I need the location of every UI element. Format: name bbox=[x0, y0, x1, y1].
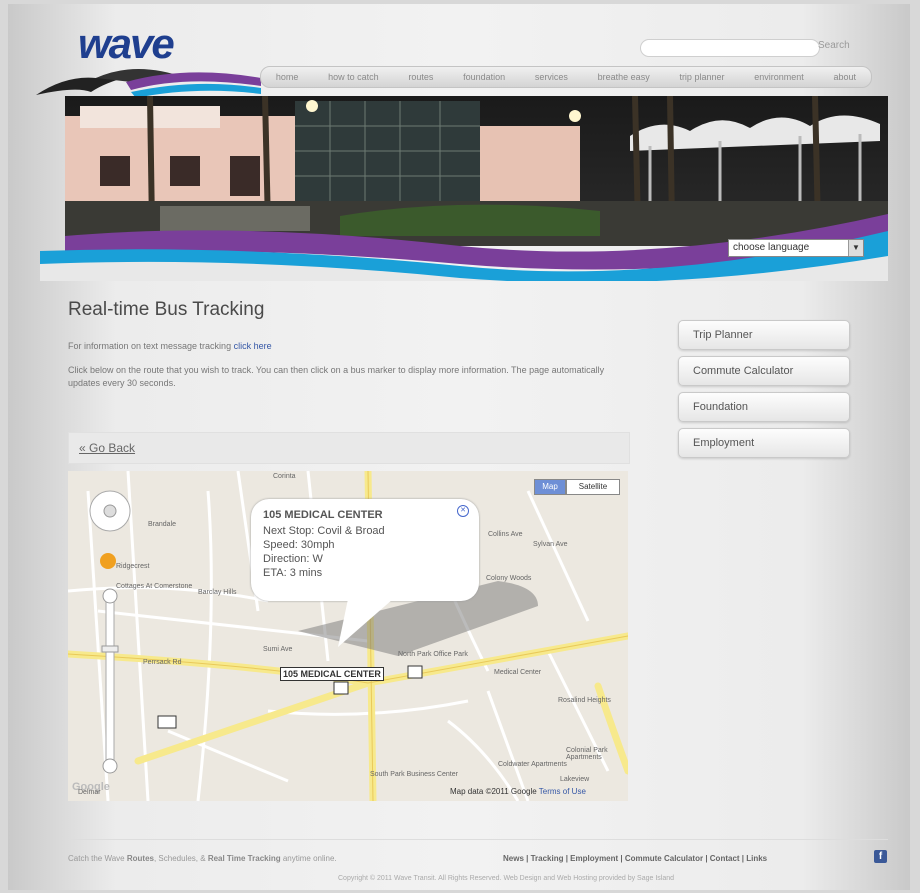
instructions-text: Click below on the route that you wish t… bbox=[68, 365, 605, 388]
nav-trip-planner[interactable]: trip planner bbox=[679, 72, 724, 82]
map-place-label: Cottages At Comerstone bbox=[116, 583, 193, 590]
map-place-label: Medical Center bbox=[494, 669, 542, 676]
terms-of-use-link[interactable]: Terms of Use bbox=[539, 787, 586, 796]
facebook-icon[interactable]: f bbox=[874, 850, 887, 863]
go-back-link[interactable]: « Go Back bbox=[79, 441, 135, 455]
footer-prefix: Catch the Wave bbox=[68, 854, 125, 863]
foundation-button[interactable]: Foundation bbox=[678, 392, 850, 422]
footer-tagline: Catch the Wave Routes, Schedules, & Real… bbox=[68, 854, 337, 863]
map-place-label: North Park Office Park bbox=[398, 651, 468, 658]
nav-foundation[interactable]: foundation bbox=[463, 72, 505, 82]
wave-logo[interactable]: wave bbox=[36, 20, 261, 105]
footer-suffix: anytime online. bbox=[282, 854, 337, 863]
map-place-label: Colonial Park Apartments bbox=[566, 747, 608, 761]
page-title: Real-time Bus Tracking bbox=[68, 299, 265, 320]
info-text: For information on text message tracking… bbox=[68, 341, 272, 351]
footer-routes-link[interactable]: Routes bbox=[127, 854, 154, 863]
nav-environment[interactable]: environment bbox=[754, 72, 804, 82]
employment-button[interactable]: Employment bbox=[678, 428, 850, 458]
nav-routes[interactable]: routes bbox=[408, 72, 433, 82]
footer-divider bbox=[68, 839, 888, 840]
info-prefix: For information on text message tracking bbox=[68, 341, 232, 351]
map-place-label: Brandale bbox=[148, 521, 177, 528]
bus-marker-label[interactable]: 105 MEDICAL CENTER bbox=[280, 667, 384, 681]
search-button[interactable]: Search bbox=[818, 40, 850, 51]
map-attribution: Map data ©2011 Google Terms of Use bbox=[450, 787, 586, 796]
map-place-label: Corinta bbox=[273, 473, 296, 480]
trip-planner-label: Trip Planner bbox=[693, 329, 753, 341]
map-place-label: Sylvan Ave bbox=[533, 541, 568, 548]
bus-info-popup: 105 MEDICAL CENTER Next Stop: Covil & Br… bbox=[251, 499, 479, 601]
popup-tail bbox=[338, 599, 393, 647]
nav-about[interactable]: about bbox=[833, 72, 856, 82]
commute-calculator-button[interactable]: Commute Calculator bbox=[678, 356, 850, 386]
map-place-label: Delmar bbox=[78, 789, 101, 796]
nav-home[interactable]: home bbox=[276, 72, 299, 82]
employment-label: Employment bbox=[693, 437, 755, 449]
map-place-label: Lakeview bbox=[560, 776, 590, 783]
map-place-label: Coldwater Apartments bbox=[498, 761, 567, 768]
language-select[interactable]: choose language ▼ bbox=[728, 239, 864, 257]
map-type-satellite-button[interactable]: Satellite bbox=[566, 479, 620, 495]
page: wave Search home how to catch routes fou… bbox=[8, 4, 910, 890]
nav-services[interactable]: services bbox=[535, 72, 568, 82]
map-place-label: Perrsack Rd bbox=[143, 659, 182, 666]
trip-planner-button[interactable]: Trip Planner bbox=[678, 320, 850, 350]
close-icon[interactable]: ✕ bbox=[457, 505, 469, 517]
logo-bird-icon bbox=[36, 69, 261, 98]
map-place-label: Ridgecrest bbox=[116, 563, 150, 570]
go-back-bar: « Go Back bbox=[68, 432, 630, 464]
map-place-label: Colony Woods bbox=[486, 575, 532, 582]
footer-tracking-link[interactable]: Real Time Tracking bbox=[208, 854, 281, 863]
nav-how-to-catch[interactable]: how to catch bbox=[328, 72, 379, 82]
popup-next-stop: Next Stop: Covil & Broad bbox=[263, 525, 385, 537]
click-here-link[interactable]: click here bbox=[234, 341, 272, 351]
footer-mid: , Schedules, & bbox=[153, 854, 206, 863]
map-place-label: Collins Ave bbox=[488, 531, 523, 538]
map-place-label: Sumi Ave bbox=[263, 646, 293, 653]
language-select-value: choose language bbox=[733, 242, 810, 253]
bus-tracking-map[interactable]: Map Satellite 105 MEDICAL CENTER Next St… bbox=[68, 471, 628, 801]
map-place-label: South Park Business Center bbox=[370, 771, 458, 778]
main-nav: home how to catch routes foundation serv… bbox=[260, 66, 872, 88]
popup-direction: Direction: W bbox=[263, 553, 323, 565]
commute-calculator-label: Commute Calculator bbox=[693, 365, 794, 377]
map-type-map-button[interactable]: Map bbox=[534, 479, 566, 495]
nav-breathe-easy[interactable]: breathe easy bbox=[598, 72, 650, 82]
popup-speed: Speed: 30mph bbox=[263, 539, 335, 551]
map-place-label: Barclay Hills bbox=[198, 589, 237, 596]
map-place-label: Rosalind Heights bbox=[558, 697, 611, 704]
map-data-text: Map data ©2011 Google bbox=[450, 787, 537, 796]
popup-title: 105 MEDICAL CENTER bbox=[263, 509, 383, 521]
copyright: Copyright © 2011 Wave Transit. All Right… bbox=[338, 875, 675, 882]
footer-links[interactable]: News | Tracking | Employment | Commute C… bbox=[503, 854, 767, 863]
popup-eta: ETA: 3 mins bbox=[263, 567, 323, 579]
foundation-label: Foundation bbox=[693, 401, 749, 413]
chevron-down-icon[interactable]: ▼ bbox=[848, 240, 863, 256]
search-input[interactable] bbox=[640, 39, 820, 57]
